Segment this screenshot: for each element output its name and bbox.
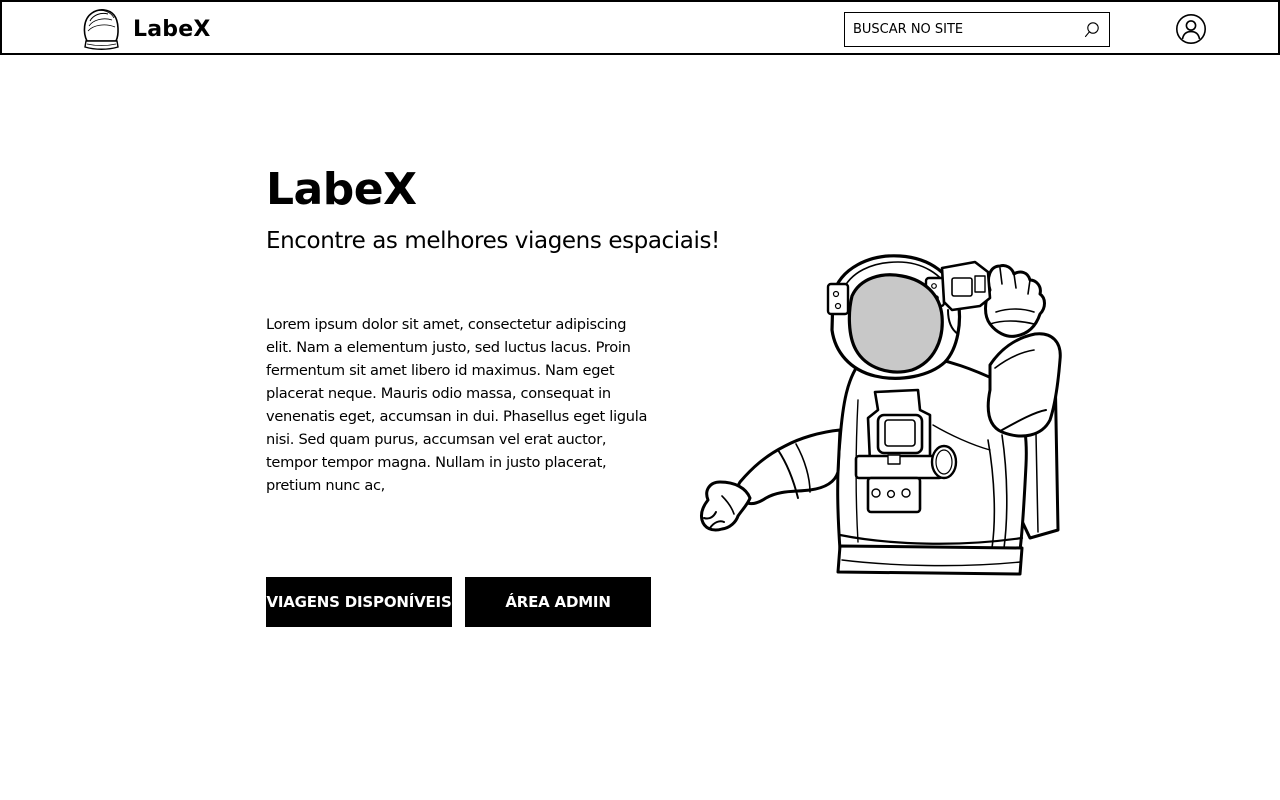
page-subtitle: Encontre as melhores viagens espaciais!	[266, 228, 720, 254]
astronaut-illustration	[700, 254, 1062, 576]
admin-area-button[interactable]: ÁREA ADMIN	[465, 577, 651, 627]
search-input[interactable]	[845, 13, 1075, 46]
search-icon	[1084, 21, 1099, 37]
page-title: LabeX	[266, 164, 417, 215]
available-trips-button[interactable]: VIAGENS DISPONÍVEIS	[266, 577, 452, 627]
hero-description: Lorem ipsum dolor sit amet, consectetur …	[266, 316, 648, 494]
astronaut-helmet-icon	[83, 9, 119, 50]
brand-name: LabeX	[133, 16, 211, 42]
user-account-icon	[1176, 14, 1206, 44]
user-account-button[interactable]	[1175, 13, 1207, 45]
search-box	[844, 12, 1110, 47]
brand-home-link[interactable]: LabeX	[81, 6, 211, 52]
top-navigation-bar: LabeX	[0, 0, 1280, 55]
search-button[interactable]	[1075, 13, 1109, 46]
